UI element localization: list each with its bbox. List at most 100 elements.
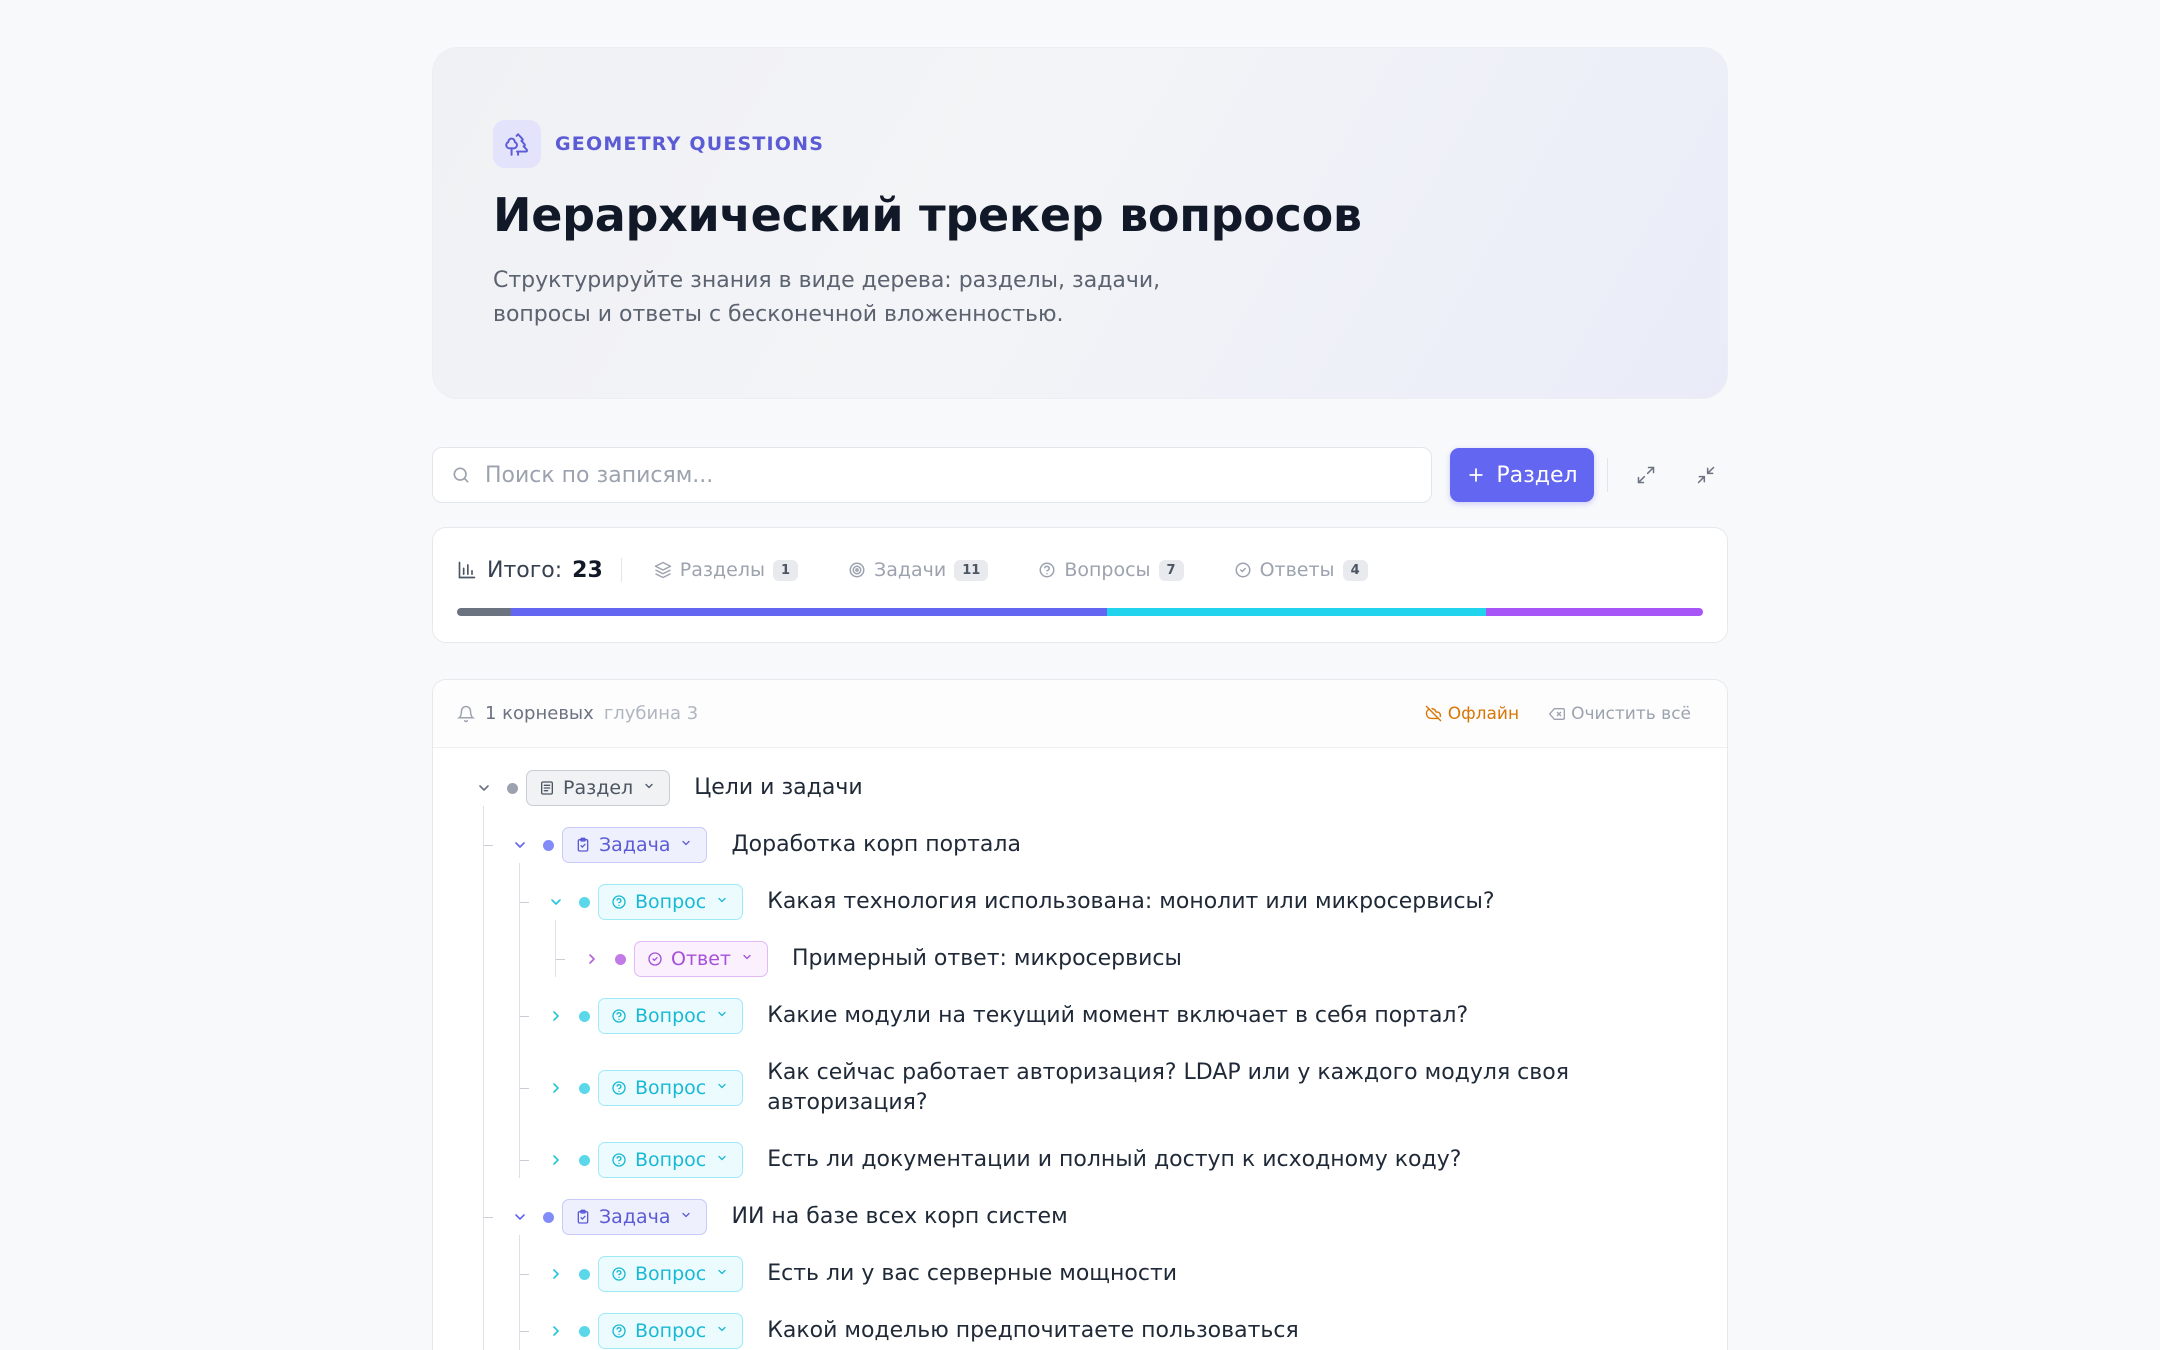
tree-header: 1 корневых глубина 3 Офлайн Очистить всё (433, 680, 1727, 748)
chevron-down-icon[interactable] (509, 1206, 531, 1228)
tree-row[interactable]: Вопрос Есть ли документации и полный дост… (545, 1142, 1461, 1178)
chevron-down-icon (716, 1323, 728, 1339)
type-badge-task[interactable]: Задача (562, 827, 708, 863)
tree-row[interactable]: Задача ИИ на базе всех корп систем (509, 1199, 1068, 1235)
tree-connector (483, 845, 493, 846)
expand-all-button[interactable] (1624, 453, 1668, 497)
page-subtitle: Структурируйте знания в виде дерева: раз… (493, 264, 1173, 332)
type-dot (507, 782, 518, 794)
type-badge-question[interactable]: Вопрос (598, 884, 744, 920)
question-circle-icon (611, 894, 627, 910)
chevron-down-icon (716, 1008, 728, 1024)
badge-label: Вопрос (635, 1263, 707, 1285)
add-section-label: Раздел (1496, 462, 1578, 488)
chevron-right-icon[interactable] (545, 1005, 567, 1027)
chevron-down-icon (716, 1266, 728, 1282)
tree-row[interactable]: Задача Доработка корп портала (509, 827, 1021, 863)
row-title[interactable]: Какая технология использована: монолит и… (767, 887, 1494, 917)
stat-questions-label: Вопросы (1064, 559, 1151, 581)
tree-connector (519, 902, 529, 903)
tree-guide-line (483, 806, 484, 1350)
type-badge-question[interactable]: Вопрос (598, 1142, 744, 1178)
tree-row[interactable]: Вопрос Есть ли у вас серверные мощности (545, 1256, 1177, 1292)
bar-chart-icon (458, 561, 476, 579)
type-badge-question[interactable]: Вопрос (598, 1070, 744, 1106)
chevron-down-icon (680, 837, 692, 853)
stats-divider (620, 558, 622, 582)
tree-connector (555, 959, 565, 960)
type-dot (579, 1082, 590, 1094)
badge-label: Вопрос (635, 1077, 707, 1099)
type-dot (579, 1154, 590, 1166)
tree-connector (519, 1331, 529, 1332)
brand: GEOMETRY QUESTIONS (493, 120, 1667, 168)
search-input[interactable] (485, 462, 1431, 488)
question-circle-icon (1039, 562, 1055, 578)
row-title[interactable]: ИИ на базе всех корп систем (731, 1202, 1067, 1232)
chevron-right-icon[interactable] (545, 1077, 567, 1099)
question-circle-icon (611, 1152, 627, 1168)
chevron-right-icon[interactable] (545, 1320, 567, 1342)
tree-guide-line (555, 920, 556, 977)
row-title[interactable]: Какой моделью предпочитаете пользоваться (767, 1316, 1298, 1346)
type-badge-answer[interactable]: Ответ (634, 941, 768, 977)
tree-row[interactable]: Вопрос Какие модули на текущий момент вкл… (545, 998, 1468, 1034)
add-section-button[interactable]: Раздел (1450, 448, 1594, 502)
type-dot (579, 1268, 590, 1280)
row-title[interactable]: Какие модули на текущий момент включает … (767, 1001, 1468, 1031)
stat-answers-label: Ответы (1259, 559, 1335, 581)
tree-row[interactable]: Вопрос Какой моделью предпочитаете пользо… (545, 1313, 1299, 1349)
stats-panel: Итого: 23 Разделы 1 Задачи 11 Вопросы 7 (432, 527, 1728, 643)
chevron-down-icon[interactable] (509, 834, 531, 856)
type-badge-question[interactable]: Вопрос (598, 1313, 744, 1349)
badge-label: Задача (599, 834, 671, 856)
tree-row[interactable]: Раздел Цели и задачи (473, 770, 863, 806)
row-title[interactable]: Доработка корп портала (731, 830, 1020, 860)
clear-all-button[interactable]: Очистить всё (1549, 704, 1691, 724)
row-title[interactable]: Есть ли у вас серверные мощности (767, 1259, 1177, 1289)
tree-connector (519, 1160, 529, 1161)
progress-segment-answer (1486, 608, 1703, 616)
tree-connector (483, 1217, 493, 1218)
type-badge-question[interactable]: Вопрос (598, 1256, 744, 1292)
tree-row[interactable]: Вопрос Какая технология использована: мон… (545, 884, 1495, 920)
check-circle-icon (647, 951, 663, 967)
type-badge-question[interactable]: Вопрос (598, 998, 744, 1034)
offline-label: Офлайн (1447, 703, 1520, 724)
file-text-icon (539, 780, 555, 796)
toolbar: Раздел (432, 447, 1728, 503)
row-title[interactable]: Примерный ответ: микросервисы (792, 944, 1182, 974)
collapse-all-button[interactable] (1684, 453, 1728, 497)
offline-status: Офлайн (1425, 704, 1519, 724)
chevron-down-icon (680, 1209, 692, 1225)
type-badge-section[interactable]: Раздел (526, 770, 671, 806)
plus-icon (1469, 468, 1484, 482)
tree-row[interactable]: Ответ Примерный ответ: микросервисы (581, 941, 1182, 977)
row-title[interactable]: Цели и задачи (694, 773, 862, 803)
stat-tasks-count: 11 (954, 559, 989, 581)
chevron-down-icon (741, 951, 753, 967)
chevron-right-icon[interactable] (545, 1263, 567, 1285)
chevron-down-icon[interactable] (473, 777, 495, 799)
total-label: Итого: (487, 557, 563, 583)
search-box[interactable] (432, 447, 1432, 503)
badge-label: Вопрос (635, 1320, 707, 1342)
question-circle-icon (611, 1080, 627, 1096)
type-dot (543, 839, 554, 851)
stat-questions-count: 7 (1158, 559, 1184, 581)
type-dot (543, 1211, 554, 1223)
layers-icon (654, 561, 672, 579)
tree-icon (493, 120, 541, 168)
clipboard-icon (575, 837, 591, 853)
chevron-right-icon[interactable] (581, 948, 603, 970)
type-badge-task[interactable]: Задача (562, 1199, 708, 1235)
row-title[interactable]: Как сейчас работает авторизация? LDAP ил… (767, 1058, 1569, 1118)
chevron-right-icon[interactable] (545, 1149, 567, 1171)
row-title[interactable]: Есть ли документации и полный доступ к и… (767, 1145, 1461, 1175)
stat-tasks: Задачи 11 (848, 559, 989, 581)
hero-header: GEOMETRY QUESTIONS Иерархический трекер … (432, 47, 1728, 399)
chevron-down-icon[interactable] (545, 891, 567, 913)
tree-row[interactable]: Вопрос Как сейчас работает авторизация? L… (545, 1060, 1569, 1115)
badge-label: Вопрос (635, 1005, 707, 1027)
clear-all-label: Очистить всё (1571, 703, 1691, 724)
